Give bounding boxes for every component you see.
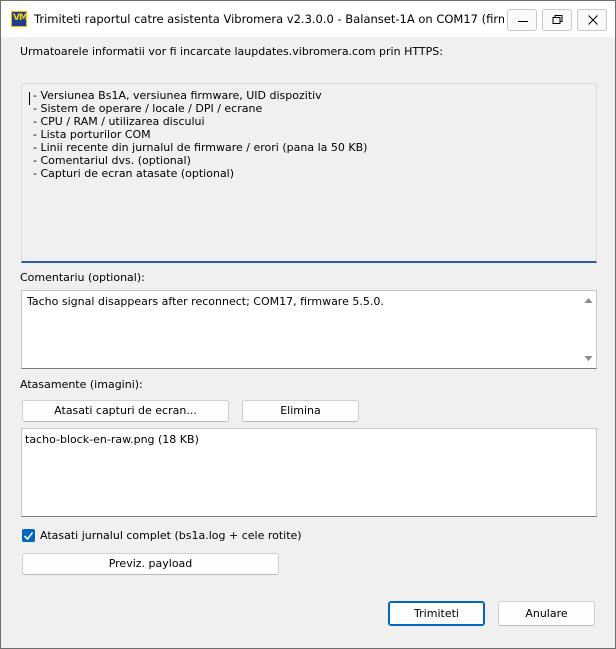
info-line: - Comentariul dvs. (optional) (33, 154, 191, 167)
comment-textarea[interactable]: Tacho signal disappears after reconnect;… (21, 290, 597, 369)
comment-label: Comentariu (optional): (20, 271, 145, 284)
info-line: - Capturi de ecran atasate (optional) (33, 167, 235, 180)
attachments-list[interactable]: tacho-block-en-raw.png (18 KB) (21, 428, 597, 517)
maximize-button[interactable] (542, 9, 572, 31)
checkmark-icon (24, 532, 33, 540)
info-line: - CPU / RAM / utilizarea discului (33, 115, 205, 128)
info-line: - Sistem de operare / locale / DPI / ecr… (33, 102, 263, 115)
info-textbox[interactable]: - Versiunea Bs1A, versiunea firmware, UI… (21, 83, 597, 263)
attachments-label: Atasamente (imagini): (20, 378, 143, 391)
comment-value: Tacho signal disappears after reconnect;… (27, 295, 384, 308)
send-button[interactable]: Trimiteti (388, 601, 485, 626)
minimize-button[interactable] (507, 9, 537, 31)
restore-icon (552, 15, 563, 24)
list-item[interactable]: tacho-block-en-raw.png (18 KB) (25, 433, 199, 446)
intro-text: Urmatoarele informatii vor fi incarcate … (20, 45, 443, 58)
window-title: Trimiteti raportul catre asistenta Vibro… (34, 12, 504, 26)
attach-screenshots-button[interactable]: Atasati capturi de ecran... (22, 400, 229, 422)
remove-attachment-button[interactable]: Elimina (242, 400, 359, 422)
app-logo-text: VM (13, 13, 28, 23)
text-caret (29, 92, 30, 105)
close-button[interactable] (577, 9, 607, 31)
info-line: - Linii recente din jurnalul de firmware… (33, 141, 368, 154)
attach-log-checkbox[interactable] (22, 529, 35, 542)
dialog-window: VM Trimiteti raportul catre asistenta Vi… (0, 0, 616, 649)
minimize-icon (518, 21, 528, 22)
attach-log-label[interactable]: Atasati jurnalul complet (bs1a.log + cel… (40, 529, 302, 542)
title-bar[interactable]: VM Trimiteti raportul catre asistenta Vi… (1, 1, 615, 37)
info-line: - Versiunea Bs1A, versiunea firmware, UI… (33, 89, 322, 102)
close-icon (588, 15, 598, 25)
scroll-up-icon[interactable] (584, 297, 593, 304)
info-line: - Lista porturilor COM (33, 128, 151, 141)
app-logo-icon: VM (11, 11, 28, 27)
preview-payload-button[interactable]: Previz. payload (22, 553, 279, 575)
scroll-down-icon[interactable] (584, 355, 593, 362)
cancel-button[interactable]: Anulare (498, 601, 595, 626)
